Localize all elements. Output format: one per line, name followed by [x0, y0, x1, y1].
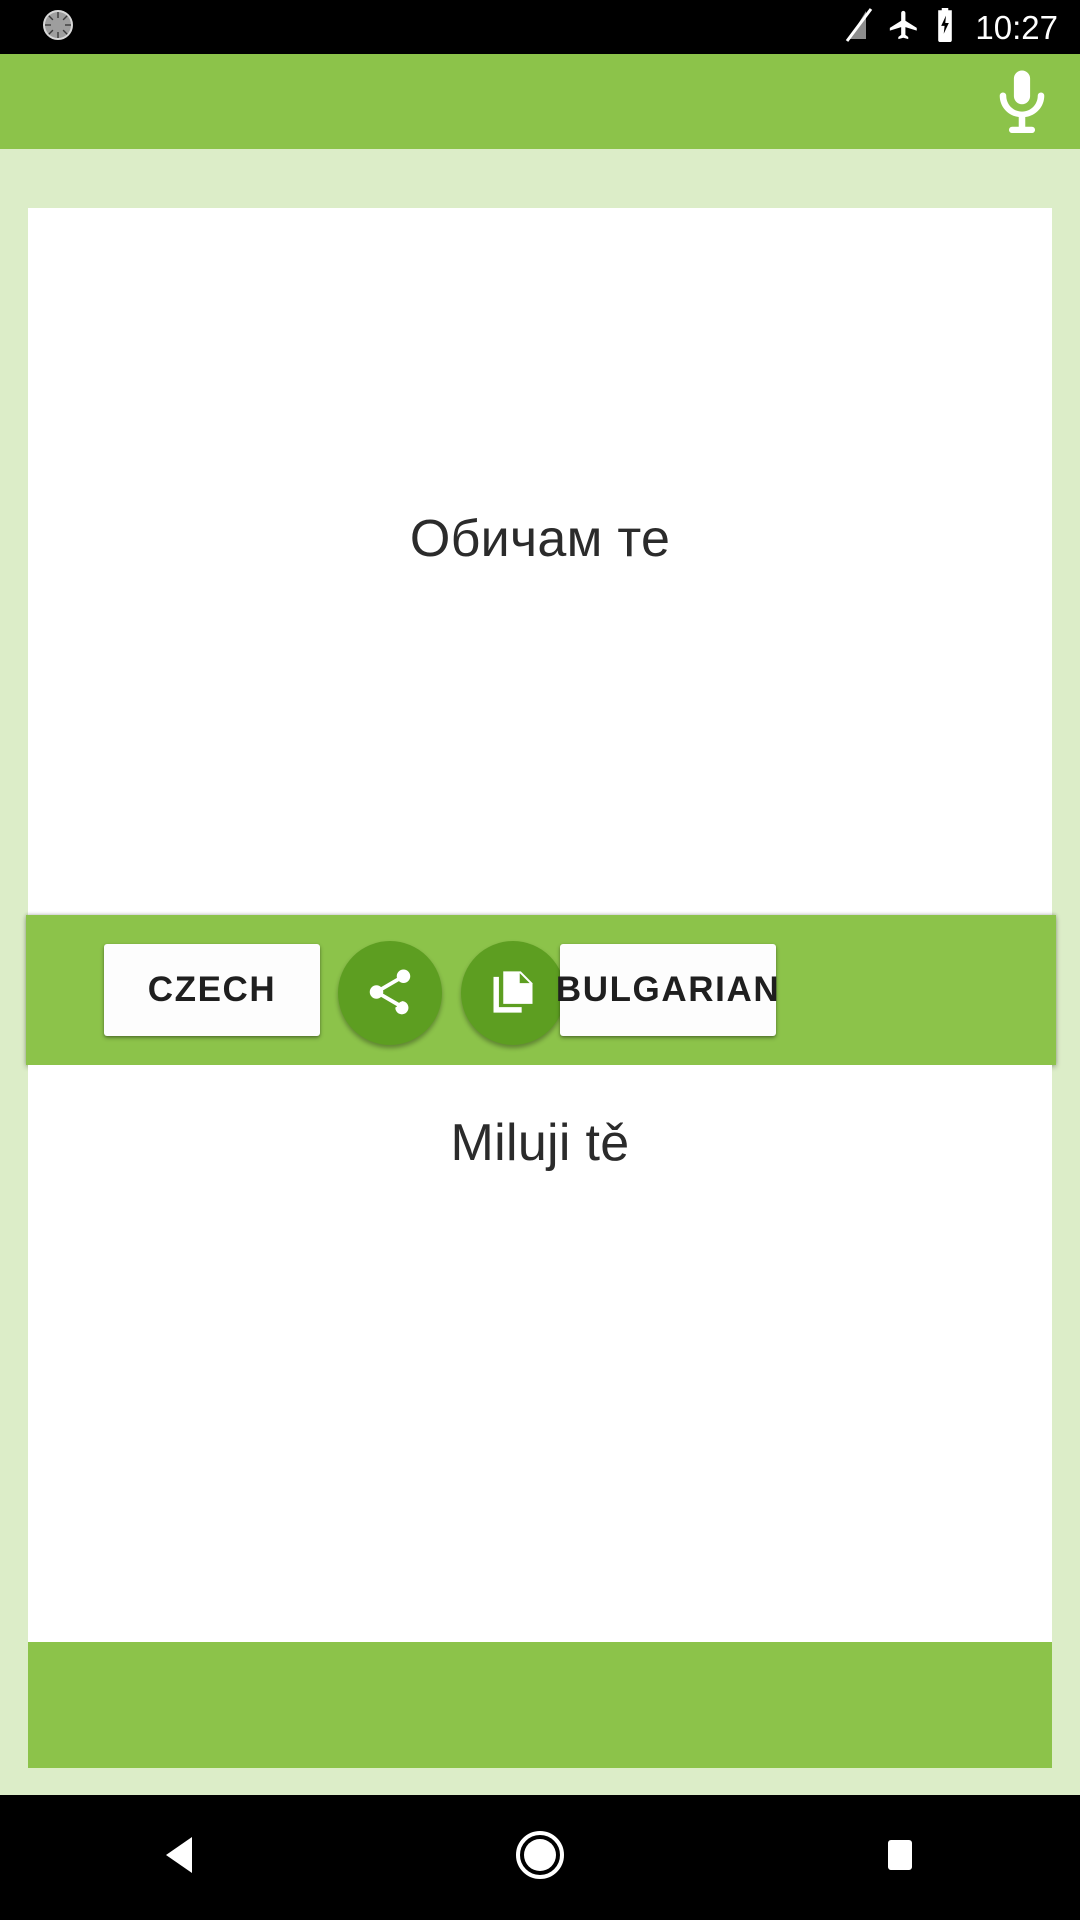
share-button[interactable] [338, 941, 442, 1045]
android-navigation-bar [0, 1795, 1080, 1920]
copy-button[interactable] [461, 941, 565, 1045]
nav-recents-button[interactable] [830, 1795, 970, 1920]
back-triangle-icon [160, 1833, 200, 1882]
nav-back-button[interactable] [110, 1795, 250, 1920]
home-circle-icon [514, 1829, 566, 1886]
status-bar-right: 10:27 [844, 7, 1058, 47]
battery-charging-icon [934, 7, 956, 47]
nav-home-button[interactable] [470, 1795, 610, 1920]
signal-no-sim-icon [844, 7, 874, 47]
status-bar-clock: 10:27 [975, 8, 1058, 46]
app-bar [0, 54, 1080, 149]
microphone-icon[interactable] [982, 62, 1062, 142]
airplane-mode-icon [887, 8, 921, 47]
bottom-banner-band [28, 1642, 1052, 1768]
alarm-progress-icon [40, 7, 76, 48]
translated-text-card[interactable]: Miluji tě [28, 1065, 1052, 1642]
target-language-button[interactable]: CZECH [104, 944, 320, 1036]
recents-square-icon [881, 1836, 919, 1879]
source-text: Обичам те [409, 510, 671, 568]
translated-text: Miluji tě [450, 1114, 630, 1172]
source-text-card[interactable]: Обичам те [28, 208, 1052, 915]
source-language-button[interactable]: BULGARIAN [556, 944, 779, 1036]
status-bar: 10:27 [0, 0, 1080, 54]
copy-icon [487, 966, 539, 1021]
action-toolbar: CZECH BULGARIAN [26, 915, 1056, 1065]
status-bar-left [40, 7, 76, 48]
share-icon [363, 965, 417, 1022]
app-screen: 10:27 Обичам те CZECH BULGARIAN Miluji t… [0, 0, 1080, 1920]
